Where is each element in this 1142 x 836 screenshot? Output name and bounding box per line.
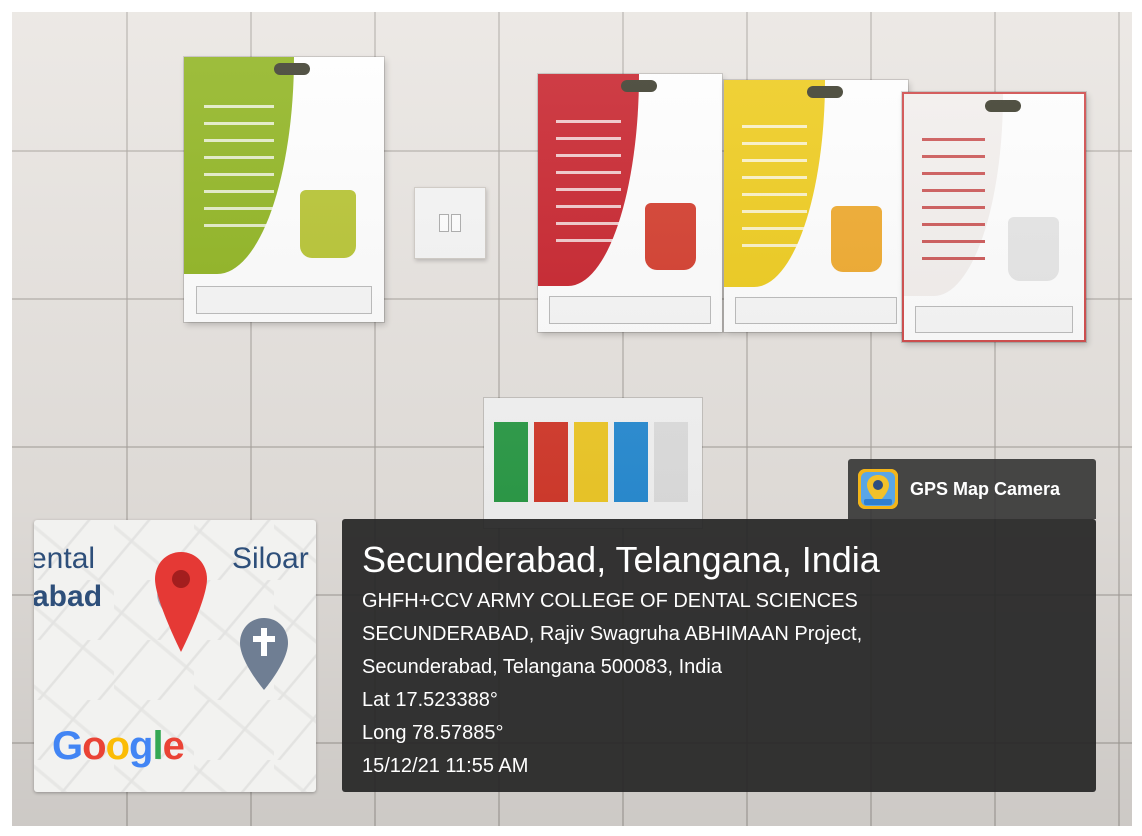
app-badge: GPS Map Camera [848, 459, 1096, 519]
google-logo-letter: o [105, 724, 130, 768]
address-line-3: Secunderabad, Telangana 500083, India [362, 656, 722, 678]
gps-map-camera-icon [858, 469, 898, 509]
latitude: Lat 17.523388° [362, 689, 498, 711]
map-pin-icon [155, 552, 207, 652]
address-line-1: GHFH+CCV ARMY COLLEGE OF DENTAL SCIENCES [362, 590, 858, 612]
app-title: GPS Map Camera [910, 479, 1061, 499]
location-info-panel: Secunderabad, Telangana, India GHFH+CCV … [342, 519, 1096, 792]
map-label-rabad: abad [34, 580, 103, 613]
map-label-siloam: Siloar [232, 542, 309, 575]
map-label-dental: ental [34, 542, 96, 575]
address-line-2: SECUNDERABAD, Rajiv Swagruha ABHIMAAN Pr… [362, 623, 863, 645]
city-line: Secunderabad, Telangana, India [362, 539, 880, 580]
timestamp: 15/12/21 11:55 AM [362, 755, 529, 777]
google-logo-letter: g [129, 724, 153, 768]
map-thumbnail: ental abad Siloar Google [34, 520, 316, 792]
google-logo-letter: G [52, 724, 83, 768]
google-logo: Google [52, 724, 185, 769]
longitude: Long 78.57885° [362, 722, 504, 744]
google-logo-letter: e [162, 724, 185, 768]
church-pin-icon [240, 618, 288, 690]
google-logo-letter: l [152, 724, 163, 768]
google-logo-letter: o [82, 724, 106, 768]
screenshot-frame: ental abad Siloar Google GPS Map Camera … [0, 0, 1142, 836]
